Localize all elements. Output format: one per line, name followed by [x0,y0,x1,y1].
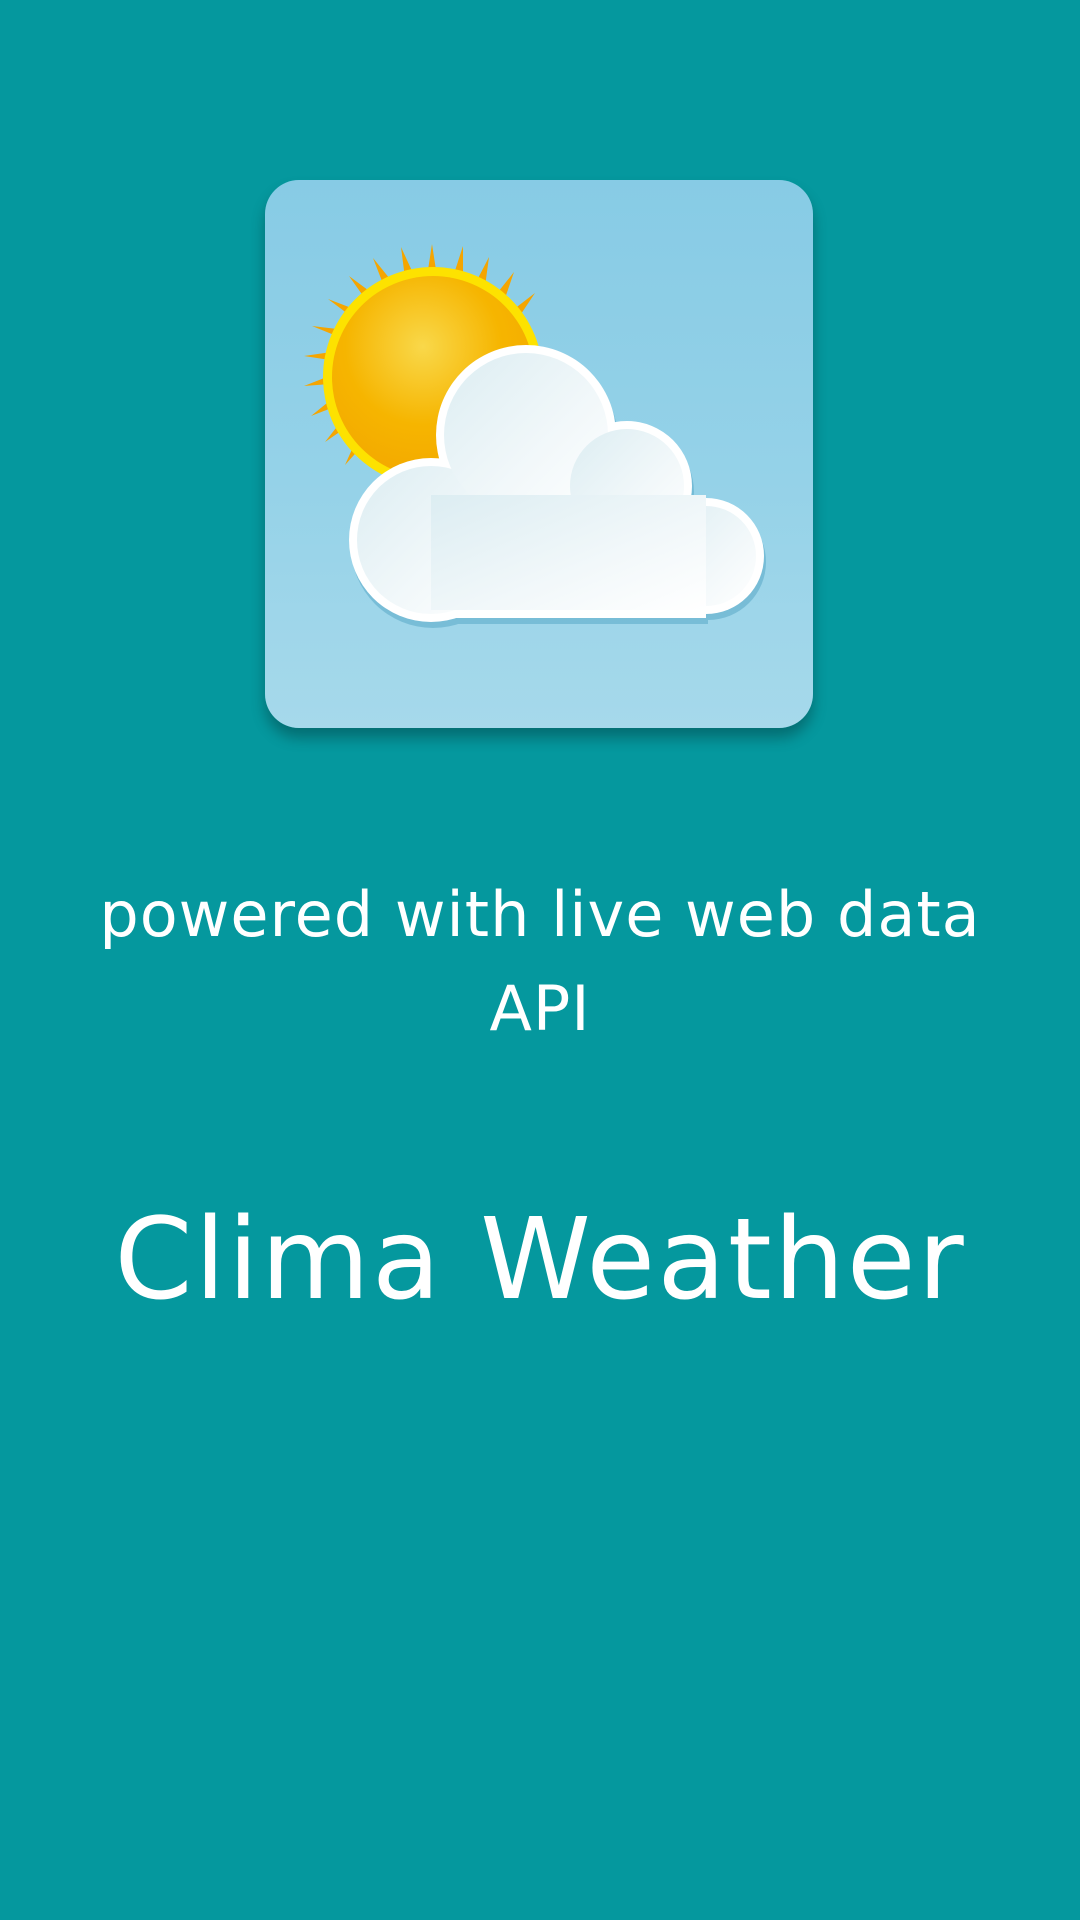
splash-screen: powered with live web data API Clima Wea… [0,0,1080,1920]
sun-behind-cloud-icon [304,244,766,628]
app-name-title: Clima Weather [114,1195,966,1325]
tagline-text: powered with live web data API [99,878,981,1045]
weather-app-logo [265,180,813,728]
